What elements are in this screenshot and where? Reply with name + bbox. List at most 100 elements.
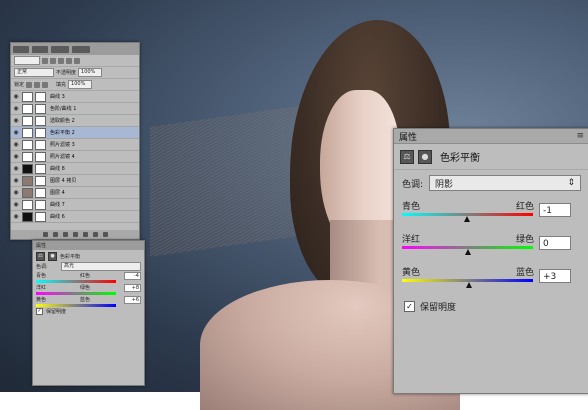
small-tone-select[interactable]: 高光: [61, 262, 141, 271]
lock-pixels-icon[interactable]: [26, 81, 33, 88]
small-properties-tab-label: 属性: [36, 243, 47, 249]
color-slider-group: 青色 红色 -1: [394, 196, 588, 229]
tone-select[interactable]: 阴影 ⇕: [429, 175, 581, 191]
color-slider-group: 黄色 蓝色 +3: [394, 262, 588, 295]
layers-panel: 正常 不透明度 100% 锁定 填充 100% ◉ 曲线 3 ◉ 色阶/曲线 1 ◉ 选取…: [10, 42, 140, 240]
small-slider-right-label: 红色: [80, 273, 91, 279]
preserve-row: ✓ 保留明度: [394, 295, 588, 317]
visibility-eye-icon[interactable]: ◉: [13, 141, 19, 148]
layer-row[interactable]: ◉ 色阶/曲线 1: [11, 103, 139, 115]
trash-icon[interactable]: [102, 232, 108, 237]
slider-value-input[interactable]: -1: [539, 203, 571, 217]
menu-icon[interactable]: ≡: [576, 131, 584, 141]
lock-row: 锁定 填充 100%: [11, 79, 139, 91]
mask-icon[interactable]: ●: [418, 149, 432, 164]
slider-thumb[interactable]: [464, 249, 471, 255]
layer-name: 曲线 8: [50, 166, 65, 172]
layer-thumbnail: [22, 91, 33, 102]
slider-thumb[interactable]: [466, 282, 473, 288]
layer-mask-thumbnail[interactable]: [35, 199, 46, 210]
layer-thumbnail: [22, 115, 33, 126]
layer-mask-thumbnail[interactable]: [35, 151, 46, 162]
slider-right-label: 蓝色: [516, 268, 535, 278]
visibility-eye-icon[interactable]: ◉: [13, 129, 19, 136]
layer-mask-thumbnail[interactable]: [35, 127, 46, 138]
visibility-eye-icon[interactable]: ◉: [13, 201, 19, 208]
lock-all-icon[interactable]: [42, 81, 49, 88]
mask-icon[interactable]: [62, 232, 68, 237]
lock-position-icon[interactable]: [34, 81, 41, 88]
layer-row[interactable]: ◉ 选取颜色 2: [11, 115, 139, 127]
filter-adjust-icon[interactable]: [50, 57, 56, 64]
layer-row[interactable]: ◉ 图层 4: [11, 187, 139, 199]
preserve-checkbox[interactable]: ✓: [404, 300, 415, 312]
visibility-eye-icon[interactable]: ◉: [13, 165, 19, 172]
fill-input[interactable]: 100%: [68, 80, 93, 89]
layer-mask-thumbnail[interactable]: [35, 211, 46, 222]
layer-thumbnail: [22, 103, 33, 114]
color-balance-icon: ⚖: [400, 149, 414, 164]
slider-left-label: 黄色: [402, 268, 421, 278]
visibility-eye-icon[interactable]: ◉: [13, 117, 19, 124]
layer-mask-thumbnail[interactable]: [35, 91, 46, 102]
filter-shape-icon[interactable]: [66, 57, 72, 64]
slider-value-input[interactable]: 0: [539, 236, 571, 250]
visibility-eye-icon[interactable]: ◉: [13, 189, 19, 196]
layer-row[interactable]: ◉ 图层 4 拷贝: [11, 175, 139, 187]
layer-row[interactable]: ◉ 照片滤镜 4: [11, 151, 139, 163]
layer-row[interactable]: ◉ 曲线 3: [11, 91, 139, 103]
tab-history[interactable]: [72, 45, 90, 53]
visibility-eye-icon[interactable]: ◉: [13, 93, 19, 100]
visibility-eye-icon[interactable]: ◉: [13, 153, 19, 160]
link-icon[interactable]: [42, 232, 48, 237]
mask-icon[interactable]: ●: [48, 251, 57, 261]
small-slider-value[interactable]: +6: [124, 295, 141, 304]
layer-row[interactable]: ◉ 曲线 7: [11, 199, 139, 211]
layer-name: 图层 4 拷贝: [50, 178, 77, 184]
layer-mask-thumbnail[interactable]: [35, 115, 46, 126]
small-slider-left-label: 洋红: [36, 285, 47, 291]
layer-mask-thumbnail[interactable]: [35, 103, 46, 114]
small-slider-labels: 青色 红色 -4: [33, 271, 144, 280]
layer-thumbnail: [22, 211, 33, 222]
color-slider-group: 洋红 绿色 0: [394, 229, 588, 262]
folder-icon[interactable]: [82, 232, 88, 237]
blend-mode-select[interactable]: 正常: [14, 68, 54, 77]
layer-row[interactable]: ◉ 曲线 6: [11, 211, 139, 223]
tab-layers[interactable]: [13, 45, 29, 53]
small-properties-tab[interactable]: 属性: [33, 241, 144, 250]
blend-row: 正常 不透明度 100%: [11, 67, 139, 79]
tab-channels[interactable]: [32, 45, 48, 53]
filter-smart-icon[interactable]: [74, 57, 80, 64]
slider-value-input[interactable]: +3: [539, 269, 571, 283]
layer-row[interactable]: ◉ 照片滤镜 3: [11, 139, 139, 151]
layer-name: 选取颜色 2: [50, 118, 75, 124]
small-slider-group: 青色 红色 -4: [33, 271, 144, 283]
layer-row[interactable]: ◉ 曲线 8: [11, 163, 139, 175]
layers-footer: [11, 230, 139, 239]
layer-kind-filter[interactable]: [14, 56, 40, 65]
opacity-input[interactable]: 100%: [78, 68, 103, 77]
small-slider-value[interactable]: -4: [124, 271, 141, 280]
slider-thumb[interactable]: [463, 216, 470, 222]
small-preserve-checkbox[interactable]: ✓: [36, 308, 43, 315]
visibility-eye-icon[interactable]: ◉: [13, 177, 19, 184]
fx-icon[interactable]: [52, 232, 58, 237]
filter-text-icon[interactable]: [58, 57, 64, 64]
layer-mask-thumbnail[interactable]: [35, 139, 46, 150]
layer-mask-thumbnail[interactable]: [35, 163, 46, 174]
layer-thumbnail: [22, 163, 33, 174]
visibility-eye-icon[interactable]: ◉: [13, 105, 19, 112]
properties-tab[interactable]: 属性: [399, 130, 417, 143]
new-layer-icon[interactable]: [92, 232, 98, 237]
filter-pixel-icon[interactable]: [42, 57, 48, 64]
visibility-eye-icon[interactable]: ◉: [13, 213, 19, 220]
layer-mask-thumbnail[interactable]: [35, 187, 46, 198]
layer-mask-thumbnail[interactable]: [35, 175, 46, 186]
small-tone-label: 色调:: [36, 264, 48, 270]
adjustment-icon[interactable]: [72, 232, 78, 237]
small-slider-value[interactable]: +8: [124, 283, 141, 292]
small-properties-header: ⚖ ● 色彩平衡: [33, 250, 144, 262]
layer-row[interactable]: ◉ 色彩平衡 2: [11, 127, 139, 139]
tab-paths[interactable]: [51, 45, 69, 53]
